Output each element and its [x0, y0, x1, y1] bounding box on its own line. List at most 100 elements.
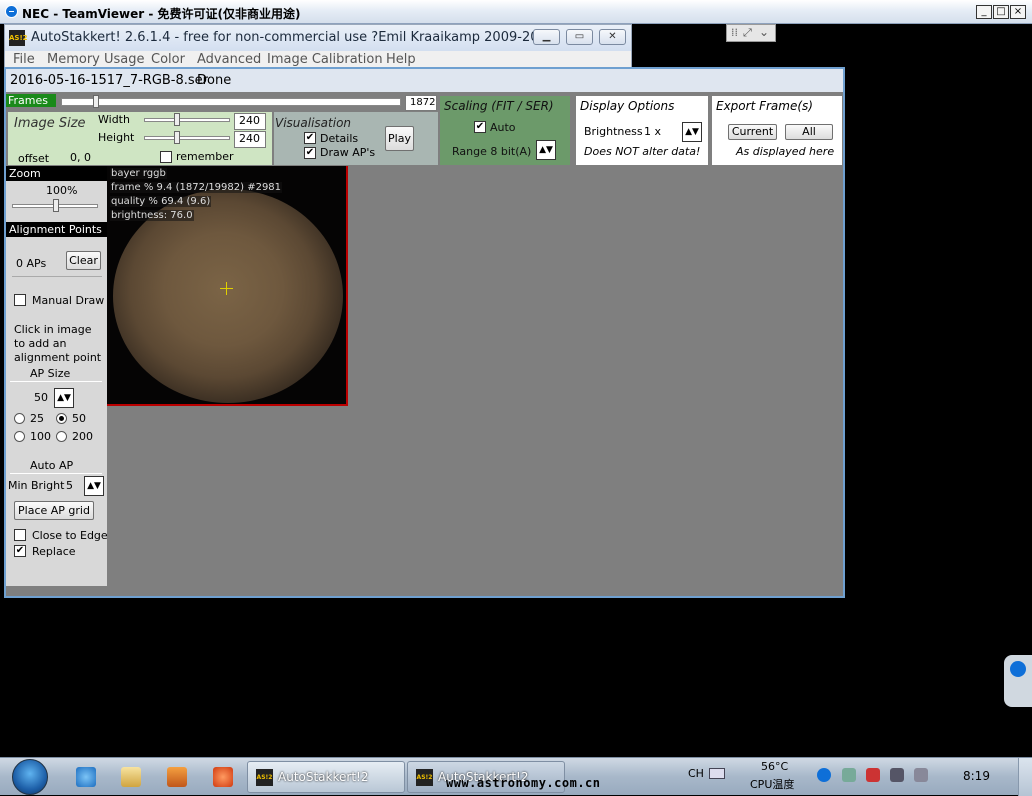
details-checkbox[interactable]: ✔ — [304, 132, 316, 144]
height-slider-thumb[interactable] — [174, 131, 180, 144]
ap-size-radio-200[interactable] — [56, 431, 67, 442]
as-maximize-button[interactable]: ▭ — [566, 29, 593, 45]
menu-advanced[interactable]: Advanced — [197, 52, 261, 67]
cpu-temperature-label: CPU温度 — [750, 778, 795, 791]
brightness-spin-icon[interactable]: ▲▼ — [682, 122, 702, 142]
ap-size-value: 50 — [34, 391, 48, 404]
status-text: Done — [197, 73, 232, 88]
media-player-icon[interactable] — [167, 767, 187, 787]
zoom-slider-thumb[interactable] — [53, 199, 59, 212]
brightness-label: Brightness — [584, 125, 643, 138]
ap-size-radio-50[interactable] — [56, 413, 67, 424]
ap-size-option-100: 100 — [30, 430, 51, 443]
teamviewer-panel-handle[interactable]: ⁞⁞ ⤢ ⌄ — [726, 24, 776, 42]
offset-label: offset — [18, 152, 50, 165]
frame-preview-image[interactable]: bayer rggb frame % 9.4 (1872/19982) #298… — [107, 166, 348, 406]
remember-checkbox[interactable] — [160, 151, 172, 163]
export-all-button[interactable]: All — [785, 124, 833, 140]
keyboard-icon[interactable] — [709, 768, 725, 779]
ie-icon[interactable] — [76, 767, 96, 787]
image-window-titlebar: 2016-05-16-1517_7-RGB-8.ser Done — [6, 69, 843, 92]
explorer-icon[interactable] — [121, 767, 141, 787]
frames-slider-thumb[interactable] — [93, 95, 99, 108]
divider — [12, 276, 102, 277]
action-center-icon[interactable] — [866, 768, 880, 782]
start-button[interactable] — [12, 759, 48, 795]
replace-checkbox[interactable]: ✔ — [14, 545, 26, 557]
auto-scaling-checkbox[interactable]: ✔ — [474, 121, 486, 133]
minimize-button[interactable]: _ — [976, 5, 992, 19]
app-icon[interactable] — [213, 767, 233, 787]
taskbar-task-label: AutoStakkert!2 — [278, 770, 369, 784]
draw-aps-checkbox[interactable]: ✔ — [304, 147, 316, 159]
taskbar-autostakkert-1[interactable]: AS!2 AutoStakkert!2 — [247, 761, 405, 793]
menu-color[interactable]: Color — [151, 52, 185, 67]
frames-slider[interactable] — [61, 95, 401, 108]
offset-value: 0, 0 — [70, 151, 91, 164]
display-options-label: Display Options — [580, 99, 675, 113]
planet-disk — [113, 189, 343, 403]
as-minimize-button[interactable]: ▁ — [533, 29, 560, 45]
width-field[interactable]: 240 — [234, 113, 266, 130]
menu-file[interactable]: File — [13, 52, 35, 67]
menu-image-calibration[interactable]: Image Calibration — [267, 52, 383, 67]
width-slider[interactable] — [144, 113, 230, 126]
cpu-temperature: 56°C — [761, 760, 789, 773]
manual-draw-checkbox[interactable] — [14, 294, 26, 306]
autostakkert-title: AutoStakkert! 2.6.1.4 - free for non-com… — [31, 30, 556, 45]
fullscreen-icon[interactable]: ⤢ — [743, 26, 752, 40]
clock-time[interactable]: 8:19 — [963, 769, 990, 783]
zoom-slider[interactable] — [12, 199, 98, 212]
chevron-down-icon[interactable]: ⌄ — [759, 25, 769, 39]
export-note: As displayed here — [736, 145, 835, 158]
zoom-value: 100% — [46, 184, 78, 197]
autostakkert-icon: AS!2 — [416, 769, 433, 786]
overlay-quality: quality % 69.4 (9.6) — [110, 196, 212, 207]
close-button[interactable]: × — [1010, 5, 1026, 19]
play-button[interactable]: Play — [385, 126, 414, 151]
export-current-button[interactable]: Current — [728, 124, 777, 140]
visualisation-label: Visualisation — [275, 116, 352, 130]
language-indicator[interactable]: CH — [688, 767, 704, 780]
ap-size-spin-icon[interactable]: ▲▼ — [54, 388, 74, 408]
brightness-value: 1 x — [644, 125, 662, 138]
maximize-button[interactable]: □ — [993, 5, 1009, 19]
width-slider-thumb[interactable] — [174, 113, 180, 126]
export-panel: Export Frame(s) Current All As displayed… — [712, 96, 842, 165]
ap-size-label: AP Size — [30, 367, 71, 380]
frames-value[interactable]: 1872 — [405, 95, 437, 111]
replace-label: Replace — [32, 545, 76, 558]
teamviewer-tray-icon[interactable] — [817, 768, 831, 782]
height-slider[interactable] — [144, 131, 230, 144]
show-desktop-button[interactable] — [1018, 758, 1032, 796]
place-ap-grid-button[interactable]: Place AP grid — [14, 501, 94, 520]
clear-aps-button[interactable]: Clear — [66, 251, 101, 270]
volume-icon[interactable] — [914, 768, 928, 782]
export-label: Export Frame(s) — [716, 99, 813, 113]
display-options-panel: Display Options Brightness 1 x ▲▼ Does N… — [576, 96, 708, 165]
as-close-button[interactable]: ✕ — [599, 29, 626, 45]
image-window: 2016-05-16-1517_7-RGB-8.ser Done Frames … — [4, 67, 845, 598]
watermark-text: www.astronomy.com.cn — [446, 776, 601, 790]
teamviewer-logo-icon — [5, 5, 18, 18]
teamviewer-title: NEC - TeamViewer - 免费许可证(仅非商业用途) — [22, 7, 301, 21]
instruction-line-2: to add an — [14, 337, 67, 350]
ap-size-radio-25[interactable] — [14, 413, 25, 424]
close-to-edge-checkbox[interactable] — [14, 529, 26, 541]
network-icon[interactable] — [890, 768, 904, 782]
ap-size-radio-100[interactable] — [14, 431, 25, 442]
height-field[interactable]: 240 — [234, 131, 266, 148]
filename: 2016-05-16-1517_7-RGB-8.ser — [10, 73, 209, 88]
min-bright-label: Min Bright — [8, 479, 65, 492]
teamviewer-side-tab[interactable] — [1004, 655, 1032, 707]
min-bright-spin-icon[interactable]: ▲▼ — [84, 476, 104, 496]
divider — [10, 381, 102, 382]
menu-memory-usage[interactable]: Memory Usage — [47, 52, 145, 67]
overlay-frame: frame % 9.4 (1872/19982) #2981 — [110, 182, 283, 193]
range-spin-icon[interactable]: ▲▼ — [536, 140, 556, 160]
height-label: Height — [98, 131, 135, 144]
autostakkert-titlebar: AS!2 AutoStakkert! 2.6.1.4 - free for no… — [5, 25, 631, 51]
menu-help[interactable]: Help — [386, 52, 416, 67]
left-controls: Zoom 100% Alignment Points 0 APs Clear M… — [6, 166, 108, 586]
network-share-icon[interactable] — [842, 768, 856, 782]
